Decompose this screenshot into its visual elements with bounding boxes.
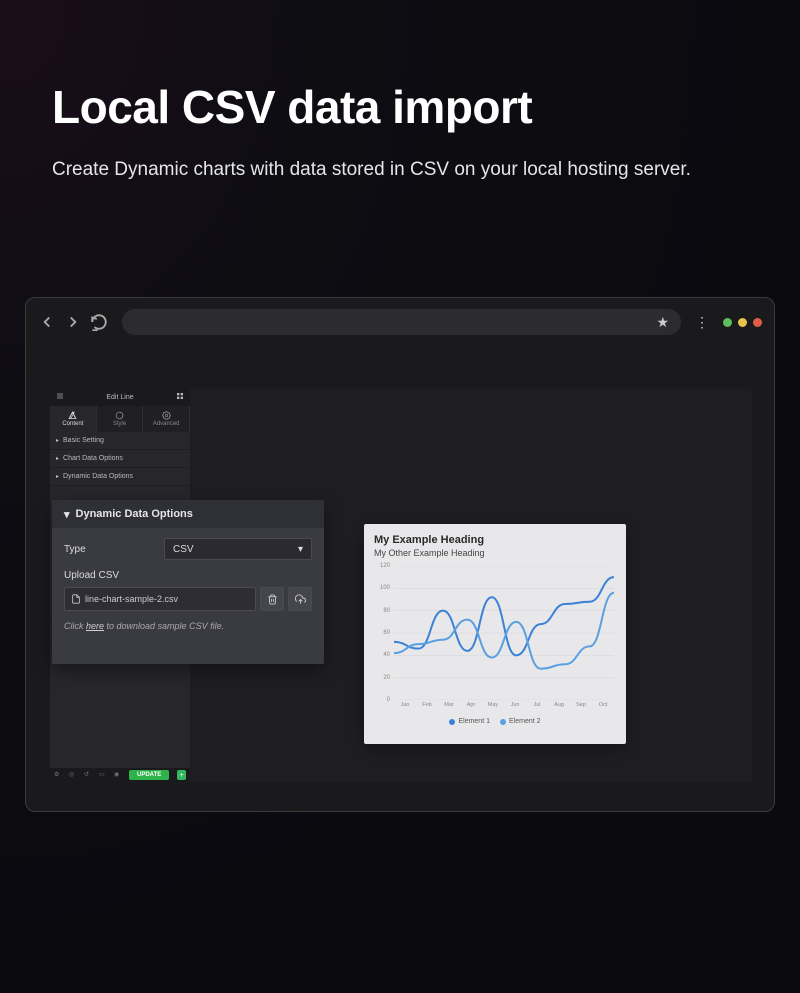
caret-right-icon: ▸ [56,455,59,462]
add-button[interactable]: + [177,770,186,780]
tab-content-label: Content [62,421,83,427]
caret-right-icon: ▸ [56,437,59,444]
y-axis: 0 20 40 60 80 100 120 [374,566,392,700]
chart-subtitle: My Other Example Heading [374,548,616,558]
y-tick-label: 20 [383,675,390,681]
eye-icon[interactable]: ◎ [69,771,76,779]
chart-preview-card: My Example Heading My Other Example Head… [364,524,626,744]
x-tick-label: Aug [548,702,570,716]
traffic-light-red[interactable] [753,318,762,327]
chart-title: My Example Heading [374,534,616,546]
page-title: Local CSV data import [52,80,800,134]
page-subtitle: Create Dynamic charts with data stored i… [52,156,748,185]
legend-label: Element 1 [458,718,490,725]
settings-icon[interactable]: ⚙ [54,771,61,779]
download-sample-hint: Click here to download sample CSV file. [64,621,312,631]
legend-dot-icon [500,719,506,725]
section-label: Basic Setting [63,437,104,444]
section-dynamic-data-options[interactable]: ▸ Dynamic Data Options [50,468,190,486]
dynamic-options-header[interactable]: ▾ Dynamic Data Options [52,500,324,528]
x-tick-label: Oct [592,702,614,716]
window-controls [723,318,762,327]
tab-advanced[interactable]: Advanced [143,406,190,432]
cloud-upload-icon [295,594,306,605]
chart-svg [394,566,614,700]
tab-style-label: Style [113,421,126,427]
x-tick-label: Feb [416,702,438,716]
editor-footer: ⚙ ◎ ↺ ▭ ◉ UPDATE + [50,768,190,782]
type-select[interactable]: CSV ▾ [164,538,312,560]
plot-region [394,566,614,700]
chart-plot-area: 0 20 40 60 80 100 120 JanFebMarAprMayJunJulAug… [374,566,616,716]
y-tick-label: 0 [387,697,390,703]
tab-style[interactable]: Style [97,406,144,432]
file-icon [71,594,81,604]
kebab-menu-icon[interactable]: ⋮ [695,314,709,331]
y-tick-label: 40 [383,652,390,658]
update-button[interactable]: UPDATE [129,770,169,780]
x-tick-label: Sep [570,702,592,716]
csv-file-name: line-chart-sample-2.csv [85,594,178,604]
legend-item[interactable]: Element 1 [449,718,490,725]
type-label: Type [64,544,154,555]
y-tick-label: 80 [383,608,390,614]
hint-suffix: to download sample CSV file. [104,621,224,631]
editor-header: Edit Line [50,388,190,406]
hamburger-icon[interactable] [56,392,64,402]
dynamic-options-panel: ▾ Dynamic Data Options Type CSV ▾ Upload… [52,500,324,664]
x-tick-label: Apr [460,702,482,716]
y-tick-label: 120 [380,563,390,569]
address-bar[interactable]: ★ [122,309,681,335]
upload-file-button[interactable] [288,587,312,611]
reload-icon[interactable] [90,313,108,331]
nav-back-icon[interactable] [38,313,56,331]
editor-title: Edit Line [106,394,133,401]
x-tick-label: Jun [504,702,526,716]
caret-down-icon: ▾ [64,508,70,521]
browser-toolbar: ★ ⋮ [26,298,774,346]
history-icon[interactable]: ↺ [84,771,91,779]
upload-label: Upload CSV [64,570,154,581]
browser-frame: ★ ⋮ Edit Line Content [25,297,775,812]
preview-icon[interactable]: ◉ [114,771,121,779]
legend-dot-icon [449,719,455,725]
dynamic-options-title: Dynamic Data Options [76,508,193,520]
x-axis: JanFebMarAprMayJunJulAugSepOct [394,702,614,716]
y-tick-label: 100 [380,585,390,591]
hint-prefix: Click [64,621,86,631]
y-tick-label: 60 [383,630,390,636]
section-basic-setting[interactable]: ▸ Basic Setting [50,432,190,450]
section-label: Dynamic Data Options [63,473,133,480]
x-tick-label: Jan [394,702,416,716]
bookmark-icon[interactable]: ★ [656,314,669,331]
x-tick-label: May [482,702,504,716]
trash-icon [267,594,278,605]
delete-file-button[interactable] [260,587,284,611]
section-chart-data-options[interactable]: ▸ Chart Data Options [50,450,190,468]
csv-file-input[interactable]: line-chart-sample-2.csv [64,587,256,611]
download-sample-link[interactable]: here [86,621,104,631]
caret-right-icon: ▸ [56,473,59,480]
tab-advanced-label: Advanced [153,421,180,427]
section-label: Chart Data Options [63,455,123,462]
nav-forward-icon[interactable] [64,313,82,331]
chevron-down-icon: ▾ [298,544,303,555]
apps-icon[interactable] [176,392,184,402]
editor-tabs: Content Style Advanced [50,406,190,432]
legend-label: Element 2 [509,718,541,725]
tab-content[interactable]: Content [50,406,97,432]
chart-legend: Element 1 Element 2 [374,718,616,725]
x-tick-label: Mar [438,702,460,716]
traffic-light-yellow[interactable] [738,318,747,327]
legend-item[interactable]: Element 2 [500,718,541,725]
x-tick-label: Jul [526,702,548,716]
type-select-value: CSV [173,544,194,555]
responsive-icon[interactable]: ▭ [99,771,106,779]
traffic-light-green[interactable] [723,318,732,327]
